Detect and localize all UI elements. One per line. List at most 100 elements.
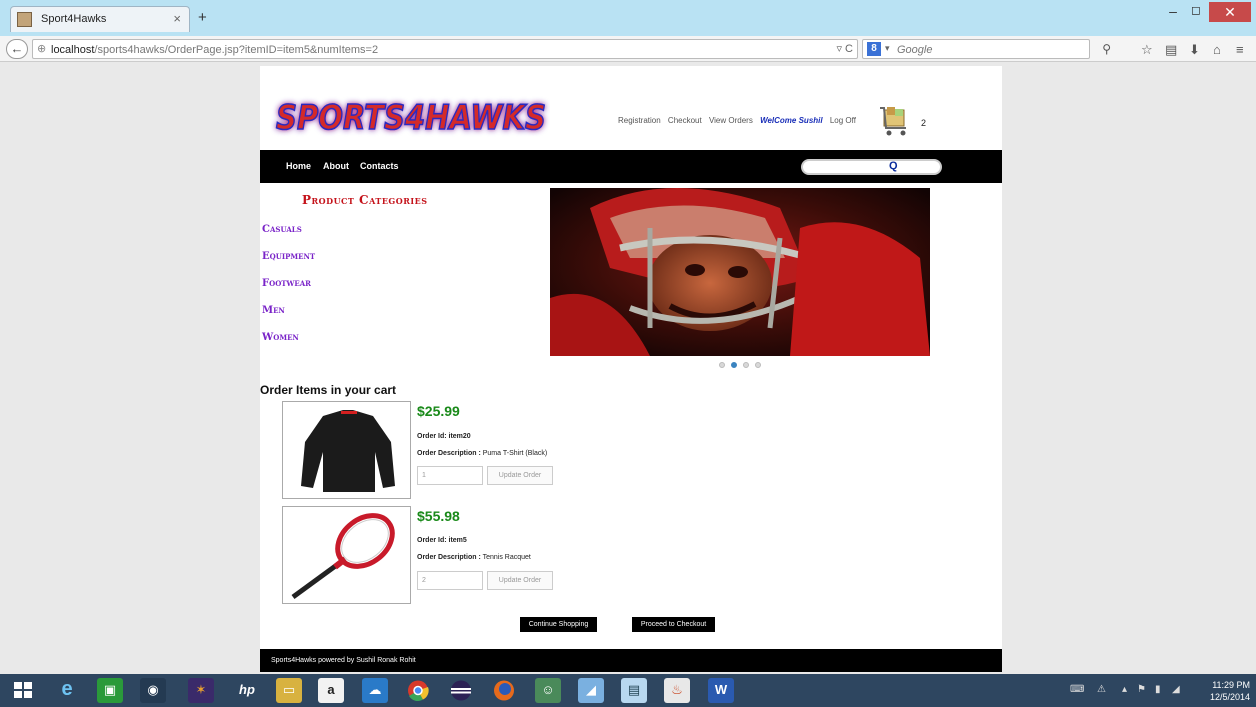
quantity-input[interactable]: 2 (417, 571, 483, 590)
order-id-label: Order Id: (417, 433, 447, 440)
site-footer: Sports4Hawks powered by Sushil Ronak Roh… (260, 649, 1002, 672)
order-item-image-box (282, 401, 411, 499)
system-clock[interactable]: 11:29 PM 12/5/2014 (1210, 679, 1250, 703)
new-tab-button[interactable]: + (198, 9, 207, 26)
carousel-dot-2-active[interactable] (731, 362, 737, 368)
site-menu-bar: Home About Contacts Q (260, 150, 1002, 183)
chrome-icon[interactable] (405, 678, 431, 703)
eclipse-icon[interactable] (448, 678, 474, 703)
site-search-icon[interactable]: Q (889, 160, 898, 172)
home-icon[interactable]: ⌂ (1213, 42, 1221, 57)
sports4hawks-logo[interactable]: SPORTS4HAWKS (270, 89, 550, 143)
network-signal-icon[interactable]: ◢ (1172, 684, 1180, 695)
carousel-banner-image[interactable] (550, 188, 930, 356)
order-id-value: item20 (448, 433, 471, 440)
tray-expand-icon[interactable]: ▴ (1122, 684, 1127, 695)
tennis-racquet-image (283, 507, 410, 603)
update-order-button[interactable]: Update Order (487, 466, 553, 485)
keyboard-icon[interactable]: ⌨ (1070, 684, 1084, 695)
search-placeholder: Google (897, 44, 933, 56)
file-explorer-icon[interactable]: ▭ (276, 678, 302, 703)
browser-tab[interactable]: Sport4Hawks × (10, 6, 190, 32)
weather-icon[interactable]: ☁ (362, 678, 388, 703)
menu-home-link[interactable]: Home (286, 161, 311, 171)
carousel-dot-1[interactable] (719, 362, 725, 368)
proceed-to-checkout-button[interactable]: Proceed to Checkout (632, 617, 715, 632)
java-icon[interactable]: ♨ (664, 678, 690, 703)
category-footwear-link[interactable]: Footwear (262, 278, 311, 289)
store-icon[interactable]: ▣ (97, 678, 123, 703)
firefox-icon[interactable] (491, 678, 517, 703)
cart-count: 2 (921, 118, 927, 128)
order-description-value: Tennis Racquet (482, 554, 531, 561)
footer-text: Sports4Hawks powered by Sushil Ronak Roh… (271, 657, 416, 664)
carousel-dot-3[interactable] (743, 362, 749, 368)
menu-contacts-link[interactable]: Contacts (360, 161, 399, 171)
url-path: /sports4hawks/OrderPage.jsp?itemID=item5… (94, 44, 379, 56)
browser-search-input[interactable]: 8 ▾ Google ⚲ (862, 39, 1111, 59)
category-men-link[interactable]: Men (262, 305, 285, 316)
order-id-label: Order Id: (417, 537, 447, 544)
clock-date: 12/5/2014 (1210, 692, 1251, 702)
google-search-engine-icon[interactable]: 8 (867, 42, 881, 56)
browser-titlebar: Sport4Hawks × + – ◻ ✕ (0, 0, 1256, 36)
quantity-input[interactable]: 1 (417, 466, 483, 485)
photos-icon[interactable]: ✶ (188, 678, 214, 703)
site-search-input[interactable]: Q (801, 159, 942, 175)
order-items-title: Order Items in your cart (260, 383, 397, 397)
window-minimize-button[interactable]: – (1163, 3, 1183, 21)
notification-icon[interactable]: ⚠ (1097, 684, 1106, 695)
windows-start-icon[interactable] (10, 678, 36, 703)
notes-icon[interactable]: ◢ (578, 678, 604, 703)
web-page: SPORTS4HAWKS Registration Checkout View … (260, 66, 1002, 672)
shopping-cart-icon[interactable] (878, 104, 914, 140)
item-price: $25.99 (417, 403, 460, 419)
order-description-label: Order Description : (417, 554, 481, 561)
android-icon[interactable]: ☺ (535, 678, 561, 703)
url-host: localhost (51, 44, 95, 56)
logoff-link[interactable]: Log Off (830, 116, 856, 125)
item-order-description: Order Description : Puma T-Shirt (Black) (417, 450, 547, 457)
download-icon[interactable]: ⬇ (1189, 42, 1200, 58)
top-links: Registration Checkout View Orders WelCom… (618, 116, 861, 125)
reading-list-icon[interactable]: ▤ (1165, 42, 1177, 58)
product-categories-title: Product Categories (302, 193, 428, 207)
window-close-button[interactable]: ✕ (1209, 2, 1251, 22)
back-button[interactable]: ← (6, 39, 28, 59)
view-orders-link[interactable]: View Orders (709, 116, 753, 125)
internet-explorer-icon[interactable]: e (54, 678, 80, 703)
star-icon[interactable]: ☆ (1141, 42, 1153, 58)
category-equipment-link[interactable]: Equipment (262, 251, 315, 262)
amazon-icon[interactable]: a (318, 678, 344, 703)
hp-icon[interactable]: hp (234, 678, 260, 703)
category-women-link[interactable]: Women (262, 332, 299, 343)
flag-icon[interactable]: ⚑ (1137, 684, 1146, 695)
search-engine-dropdown-icon[interactable]: ▾ (885, 43, 890, 54)
update-order-button[interactable]: Update Order (487, 571, 553, 590)
item-price: $55.98 (417, 508, 460, 524)
windows-taskbar: e ▣ ◉ ✶ hp ▭ a ☁ ☺ ◢ ▤ ♨ W ⌨ ⚠ ▴ ⚑ ▮ ◢ 1… (0, 674, 1256, 707)
site-favicon-icon (17, 12, 32, 27)
continue-shopping-button[interactable]: Continue Shopping (520, 617, 597, 632)
menu-icon[interactable]: ≡ (1236, 42, 1244, 57)
presentation-icon[interactable]: ▤ (621, 678, 647, 703)
item-order-id: Order Id: item20 (417, 433, 471, 440)
battery-icon[interactable]: ▮ (1155, 684, 1161, 695)
order-description-label: Order Description : (417, 450, 481, 457)
tab-close-button[interactable]: × (173, 11, 181, 26)
checkout-link[interactable]: Checkout (668, 116, 702, 125)
reload-button[interactable]: ▿ C (836, 42, 853, 55)
logo-text: SPORTS4HAWKS (276, 98, 546, 138)
word-icon[interactable]: W (708, 678, 734, 703)
camera-icon[interactable]: ◉ (140, 678, 166, 703)
category-casuals-link[interactable]: Casuals (262, 224, 302, 235)
address-bar[interactable]: ⊕ localhost/sports4hawks/OrderPage.jsp?i… (32, 39, 858, 59)
carousel-dot-4[interactable] (755, 362, 761, 368)
welcome-user-text: WelCome Sushil (760, 116, 823, 125)
menu-about-link[interactable]: About (323, 161, 349, 171)
registration-link[interactable]: Registration (618, 116, 661, 125)
globe-icon: ⊕ (37, 43, 47, 55)
order-item-image-box (282, 506, 411, 604)
search-icon[interactable]: ⚲ (1102, 42, 1111, 56)
window-maximize-button[interactable]: ◻ (1186, 3, 1206, 21)
